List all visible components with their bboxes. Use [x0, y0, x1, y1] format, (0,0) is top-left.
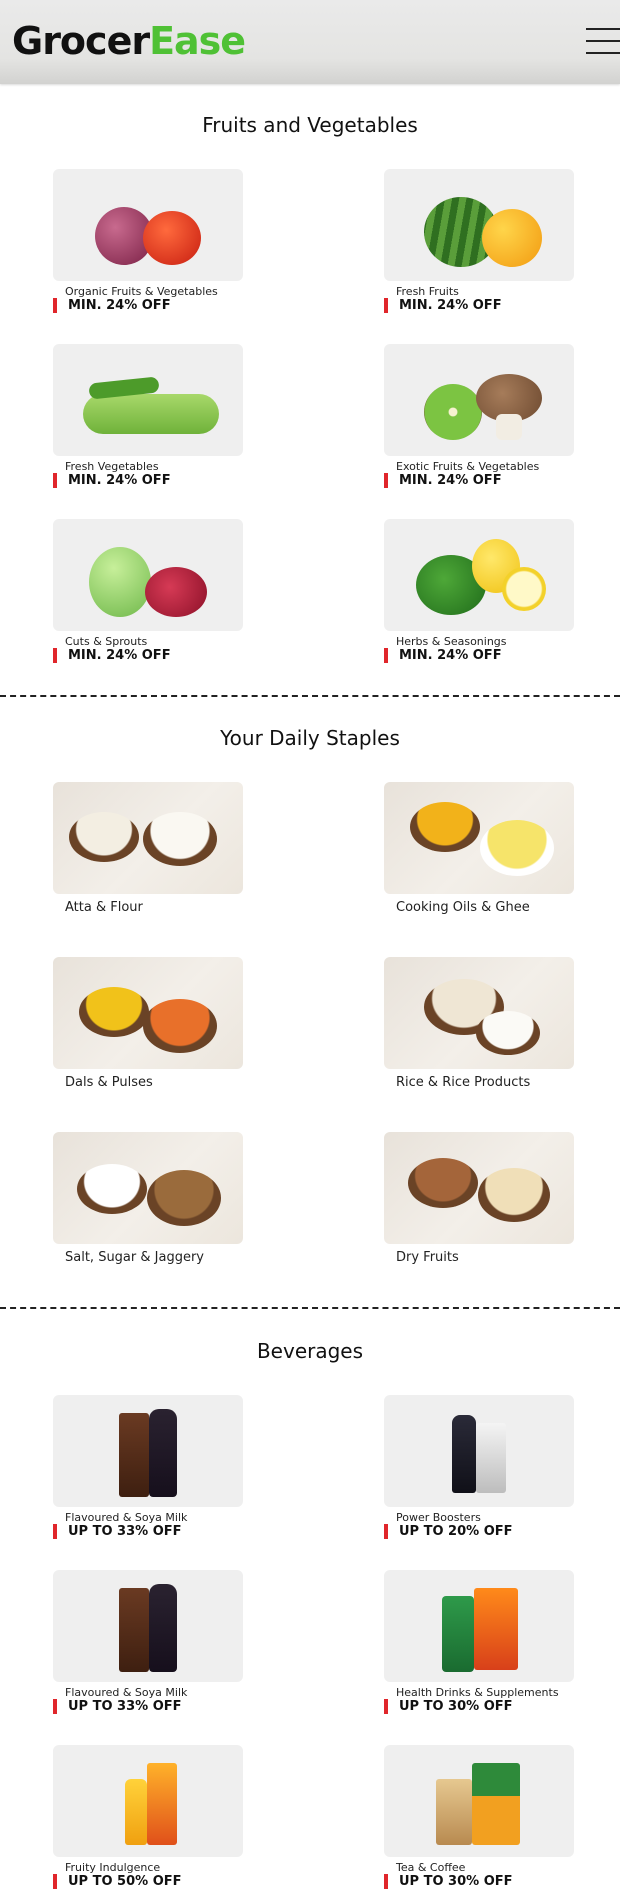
category-card-fruity-indulgence[interactable]: Fruity Indulgence UP TO 50% OFF — [53, 1745, 283, 1890]
category-card-flavoured-milk-2[interactable]: Flavoured & Soya Milk UP TO 33% OFF — [53, 1570, 283, 1720]
category-name: Cuts & Sprouts — [65, 635, 148, 648]
discount-badge: MIN. 24% OFF — [53, 298, 171, 313]
discount-badge: UP TO 33% OFF — [53, 1524, 182, 1539]
okra-gourd-image — [53, 344, 243, 456]
section-divider — [0, 695, 620, 697]
category-card-organic[interactable]: Organic Fruits & Vegetables MIN. 24% OFF — [53, 169, 283, 319]
discount-badge: MIN. 24% OFF — [53, 473, 171, 488]
category-card-dals-pulses[interactable]: Dals & Pulses — [53, 957, 283, 1107]
category-name: Fresh Fruits — [396, 285, 459, 298]
category-card-power-boosters[interactable]: Power Boosters UP TO 20% OFF — [384, 1395, 614, 1545]
category-name: Dry Fruits — [396, 1250, 459, 1265]
kiwi-mushroom-image — [384, 344, 574, 456]
discount-badge: UP TO 33% OFF — [53, 1699, 182, 1714]
category-card-oils-ghee[interactable]: Cooking Oils & Ghee — [384, 782, 614, 932]
category-name: Salt, Sugar & Jaggery — [65, 1250, 204, 1265]
category-card-herbs[interactable]: Herbs & Seasonings MIN. 24% OFF — [384, 519, 614, 669]
category-card-dry-fruits[interactable]: Dry Fruits — [384, 1132, 614, 1282]
hamburger-menu-icon[interactable] — [586, 28, 620, 54]
discount-badge: MIN. 24% OFF — [384, 648, 502, 663]
section-divider — [0, 1307, 620, 1309]
section-title-beverages: Beverages — [256, 1339, 364, 1363]
category-name: Herbs & Seasonings — [396, 635, 507, 648]
top-header: GrocerEase — [0, 0, 620, 84]
category-name: Dals & Pulses — [65, 1075, 153, 1090]
category-name: Fresh Vegetables — [65, 460, 159, 473]
category-name: Health Drinks & Supplements — [396, 1686, 559, 1699]
category-card-cuts-sprouts[interactable]: Cuts & Sprouts MIN. 24% OFF — [53, 519, 283, 669]
milk-bottles-image — [53, 1570, 243, 1682]
category-card-flavoured-milk[interactable]: Flavoured & Soya Milk UP TO 33% OFF — [53, 1395, 283, 1545]
discount-badge: UP TO 50% OFF — [53, 1874, 182, 1889]
discount-badge: MIN. 24% OFF — [384, 298, 502, 313]
category-name: Tea & Coffee — [396, 1861, 466, 1874]
category-name: Rice & Rice Products — [396, 1075, 531, 1090]
category-name: Fruity Indulgence — [65, 1861, 161, 1874]
salt-sugar-bowls-image — [53, 1132, 243, 1244]
section-title-fruits-vegetables: Fruits and Vegetables — [202, 113, 418, 137]
category-name: Atta & Flour — [65, 900, 143, 915]
oil-ghee-bowls-image — [384, 782, 574, 894]
discount-badge: UP TO 30% OFF — [384, 1699, 513, 1714]
mint-lemon-image — [384, 519, 574, 631]
discount-badge: MIN. 24% OFF — [384, 473, 502, 488]
category-card-fresh-vegetables[interactable]: Fresh Vegetables MIN. 24% OFF — [53, 344, 283, 494]
category-name: Exotic Fruits & Vegetables — [396, 460, 540, 473]
milk-bottles-image — [53, 1395, 243, 1507]
discount-badge: UP TO 30% OFF — [384, 1874, 513, 1889]
dal-bowls-image — [53, 957, 243, 1069]
logo-text-ease: Ease — [149, 19, 246, 63]
category-name: Cooking Oils & Ghee — [396, 900, 530, 915]
flour-bowls-image — [53, 782, 243, 894]
category-card-health-drinks[interactable]: Health Drinks & Supplements UP TO 30% OF… — [384, 1570, 614, 1720]
category-card-salt-sugar[interactable]: Salt, Sugar & Jaggery — [53, 1132, 283, 1282]
logo-text-grocer: Grocer — [12, 19, 150, 63]
tea-coffee-packs-image — [384, 1745, 574, 1857]
category-card-atta-flour[interactable]: Atta & Flour — [53, 782, 283, 932]
category-name: Power Boosters — [396, 1511, 481, 1524]
watermelon-mango-image — [384, 169, 574, 281]
coconut-pomegranate-image — [53, 519, 243, 631]
rice-bowls-image — [384, 957, 574, 1069]
category-name: Organic Fruits & Vegetables — [65, 285, 218, 298]
energy-drinks-image — [384, 1395, 574, 1507]
category-card-tea-coffee[interactable]: Tea & Coffee UP TO 30% OFF — [384, 1745, 614, 1890]
discount-badge: MIN. 24% OFF — [53, 648, 171, 663]
category-name: Flavoured & Soya Milk — [65, 1511, 188, 1524]
logo[interactable]: GrocerEase — [12, 16, 246, 66]
juice-packs-image — [53, 1745, 243, 1857]
category-name: Flavoured & Soya Milk — [65, 1686, 188, 1699]
discount-badge: UP TO 20% OFF — [384, 1524, 513, 1539]
category-card-exotic[interactable]: Exotic Fruits & Vegetables MIN. 24% OFF — [384, 344, 614, 494]
onion-tomato-image — [53, 169, 243, 281]
section-title-daily-staples: Your Daily Staples — [220, 726, 400, 750]
category-card-rice[interactable]: Rice & Rice Products — [384, 957, 614, 1107]
health-drink-jars-image — [384, 1570, 574, 1682]
dry-fruits-bowls-image — [384, 1132, 574, 1244]
category-card-fresh-fruits[interactable]: Fresh Fruits MIN. 24% OFF — [384, 169, 614, 319]
